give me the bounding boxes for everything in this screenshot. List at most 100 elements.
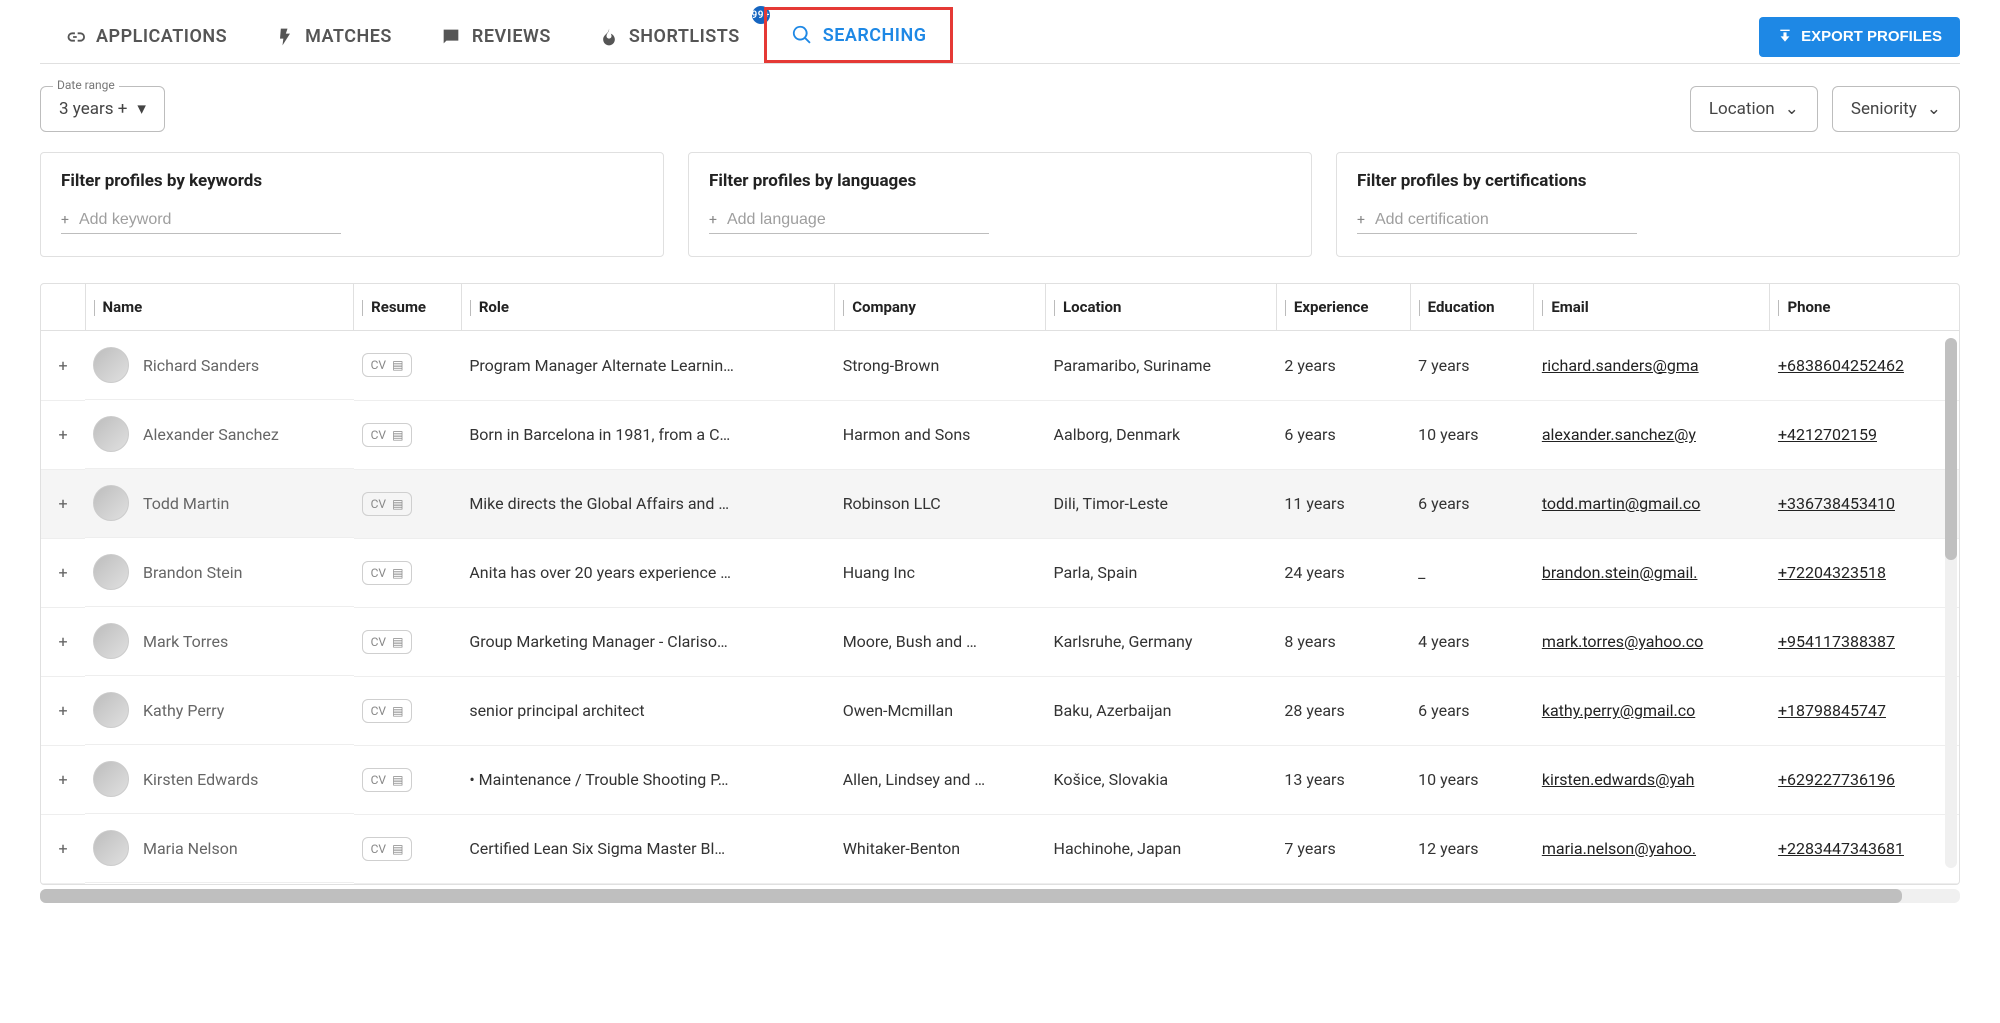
email-link[interactable]: alexander.sanchez@y <box>1542 425 1696 444</box>
email-cell: alexander.sanchez@y <box>1534 400 1770 469</box>
cv-chip[interactable]: CV▤ <box>362 699 413 723</box>
resume-cell: CV▤ <box>354 607 462 676</box>
name-cell[interactable]: Kirsten Edwards <box>85 745 354 814</box>
cv-chip[interactable]: CV▤ <box>362 837 413 861</box>
filter-keywords-input-wrap[interactable]: + <box>61 207 341 234</box>
table-row[interactable]: +Mark TorresCV▤Group Marketing Manager -… <box>41 607 1959 676</box>
email-link[interactable]: brandon.stein@gmail. <box>1542 563 1698 582</box>
name-cell[interactable]: Kathy Perry <box>85 676 354 745</box>
expand-row-button[interactable]: + <box>41 538 85 607</box>
cv-chip[interactable]: CV▤ <box>362 768 413 792</box>
table-row[interactable]: +Richard SandersCV▤Program Manager Alter… <box>41 331 1959 401</box>
expand-row-button[interactable]: + <box>41 469 85 538</box>
tab-searching[interactable]: SEARCHING <box>764 7 954 63</box>
table-row[interactable]: +Todd Martin CV▤ Mike directs the Global A… <box>41 469 1959 538</box>
phone-link[interactable]: +336738453410 <box>1778 494 1895 513</box>
table-row[interactable]: +Kirsten EdwardsCV▤• Maintenance / Troub… <box>41 745 1959 814</box>
cv-chip[interactable]: CV▤ <box>362 353 413 377</box>
phone-link[interactable]: +72204323518 <box>1778 563 1886 582</box>
name-cell[interactable]: Brandon Stein <box>85 538 354 607</box>
cv-chip[interactable]: CV▤ <box>362 630 413 654</box>
column-header[interactable]: Company <box>835 284 1046 331</box>
tab-label: MATCHES <box>305 26 392 47</box>
email-link[interactable]: mark.torres@yahoo.co <box>1542 632 1703 651</box>
phone-link[interactable]: +6838604252462 <box>1778 356 1904 375</box>
cv-chip[interactable]: CV▤ <box>362 561 413 585</box>
role-cell: Born in Barcelona in 1981, from a C… <box>461 400 834 469</box>
table-row[interactable]: +Brandon Stein CV▤ Anita has over 20 years… <box>41 538 1959 607</box>
experience-cell: 11 years <box>1276 469 1410 538</box>
expand-row-button[interactable]: + <box>41 745 85 814</box>
expand-row-button[interactable]: + <box>41 400 85 469</box>
experience-cell: 28 years <box>1276 676 1410 745</box>
company-cell: Allen, Lindsey and … <box>835 745 1046 814</box>
email-link[interactable]: richard.sanders@gma <box>1542 356 1699 375</box>
date-range-select[interactable]: Date range 3 years + ▾ <box>40 86 165 132</box>
avatar <box>93 347 129 383</box>
expand-row-button[interactable]: + <box>41 676 85 745</box>
avatar <box>93 416 129 452</box>
expand-row-button[interactable]: + <box>41 607 85 676</box>
column-header[interactable]: Location <box>1046 284 1277 331</box>
experience-cell: 2 years <box>1276 331 1410 401</box>
tab-matches[interactable]: MATCHES <box>251 10 416 63</box>
certifications-input[interactable] <box>1375 211 1637 229</box>
phone-cell: +4212702159 <box>1770 400 1959 469</box>
column-header[interactable]: Education <box>1410 284 1534 331</box>
languages-input[interactable] <box>727 211 989 229</box>
expand-row-button[interactable]: + <box>41 331 85 401</box>
cv-chip[interactable]: CV▤ <box>362 423 413 447</box>
horizontal-scrollbar-thumb[interactable] <box>40 889 1902 903</box>
tab-applications[interactable]: APPLICATIONS <box>40 10 251 63</box>
phone-link[interactable]: +954117388387 <box>1778 632 1895 651</box>
tab-reviews[interactable]: REVIEWS <box>416 10 575 63</box>
column-header[interactable]: Experience <box>1276 284 1410 331</box>
name-cell[interactable]: Alexander Sanchez <box>85 400 354 469</box>
resume-cell: CV▤ <box>354 676 462 745</box>
education-cell: 6 years <box>1410 469 1534 538</box>
column-header[interactable]: Name <box>85 284 354 331</box>
export-profiles-button[interactable]: EXPORT PROFILES <box>1759 17 1960 57</box>
name-cell[interactable]: Richard Sanders <box>85 331 354 400</box>
phone-cell: +2283447343681 <box>1770 814 1959 883</box>
phone-link[interactable]: +629227736196 <box>1778 770 1895 789</box>
filter-certifications-input-wrap[interactable]: + <box>1357 207 1637 234</box>
location-dropdown[interactable]: Location ⌄ <box>1690 86 1818 132</box>
email-link[interactable]: kirsten.edwards@yah <box>1542 770 1695 789</box>
comment-icon <box>440 26 462 48</box>
name-cell[interactable]: Mark Torres <box>85 607 354 676</box>
avatar <box>93 692 129 728</box>
horizontal-scrollbar[interactable] <box>40 889 1960 903</box>
column-header[interactable]: Resume <box>354 284 462 331</box>
vertical-scrollbar-thumb[interactable] <box>1945 338 1957 560</box>
column-header[interactable]: Role <box>461 284 834 331</box>
education-cell: 10 years <box>1410 745 1534 814</box>
company-cell: Robinson LLC <box>835 469 1046 538</box>
expand-row-button[interactable]: + <box>41 814 85 883</box>
filter-languages-input-wrap[interactable]: + <box>709 207 989 234</box>
location-cell: Aalborg, Denmark <box>1046 400 1277 469</box>
table-row[interactable]: +Kathy PerryCV▤senior principal architec… <box>41 676 1959 745</box>
phone-cell: +954117388387 <box>1770 607 1959 676</box>
cv-chip[interactable]: CV▤ <box>362 492 413 516</box>
location-dropdown-label: Location <box>1709 99 1775 119</box>
phone-link[interactable]: +2283447343681 <box>1778 839 1904 858</box>
email-link[interactable]: todd.martin@gmail.co <box>1542 494 1701 513</box>
vertical-scrollbar[interactable] <box>1945 338 1957 868</box>
role-cell: Mike directs the Global Affairs and … <box>461 469 834 538</box>
filter-languages-title: Filter profiles by languages <box>709 171 1291 191</box>
phone-link[interactable]: +18798845747 <box>1778 701 1886 720</box>
phone-link[interactable]: +4212702159 <box>1778 425 1877 444</box>
keywords-input[interactable] <box>79 211 341 229</box>
column-header[interactable]: Email <box>1534 284 1770 331</box>
email-link[interactable]: kathy.perry@gmail.co <box>1542 701 1695 720</box>
name-cell[interactable]: Maria Nelson <box>85 814 354 883</box>
tab-shortlists[interactable]: SHORTLISTS99+ <box>575 10 764 63</box>
seniority-dropdown[interactable]: Seniority ⌄ <box>1832 86 1960 132</box>
role-cell: Anita has over 20 years experience … <box>461 538 834 607</box>
table-row[interactable]: +Maria NelsonCV▤Certified Lean Six Sigma… <box>41 814 1959 883</box>
name-cell[interactable]: Todd Martin <box>85 469 354 538</box>
table-row[interactable]: +Alexander Sanchez CV▤ Born in Barcelona i… <box>41 400 1959 469</box>
column-header[interactable]: Phone <box>1770 284 1959 331</box>
email-link[interactable]: maria.nelson@yahoo. <box>1542 839 1696 858</box>
